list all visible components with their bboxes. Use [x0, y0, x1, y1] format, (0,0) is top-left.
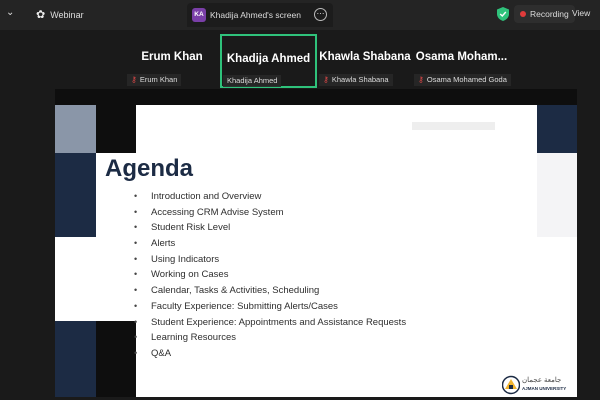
agenda-item: • Working on Cases — [134, 269, 229, 281]
decor-block — [96, 105, 136, 153]
participant-name-chip: ⚷ Osama Mohamed Goda — [414, 74, 511, 86]
agenda-item: • Introduction and Overview — [134, 191, 262, 202]
decor-block — [55, 153, 96, 237]
decor-block — [96, 321, 136, 397]
decor-block — [537, 105, 577, 153]
participant-name-chip: ⚷ Khawla Shabana — [319, 74, 393, 86]
participant-name: Khawla Shabana — [319, 51, 411, 63]
participant-label: Khadija Ahmed — [227, 76, 278, 85]
presenter-avatar: KA — [192, 8, 206, 22]
recording-label: Recording — [530, 9, 569, 19]
participant-name: Khadija Ahmed — [226, 53, 311, 65]
participant-tile[interactable]: Khawla Shabana ⚷ Khawla Shabana — [319, 35, 411, 87]
shared-slide: Agenda • Introduction and Overview • Acces… — [55, 89, 577, 397]
agenda-item: • Alerts — [134, 238, 176, 250]
decor-block — [55, 105, 96, 153]
webinar-label: Webinar — [50, 9, 84, 20]
university-crest-icon — [502, 375, 520, 395]
shared-screen-tab[interactable]: KA Khadija Ahmed's screen ⋯ — [187, 3, 333, 27]
participant-label: Khawla Shabana — [331, 75, 389, 84]
meeting-top-bar: ⌄ ✿ Webinar KA Khadija Ahmed's screen ⋯ … — [0, 0, 600, 30]
participant-name: Osama Moham... — [415, 51, 508, 63]
muted-mic-icon: ⚷ — [418, 75, 424, 84]
participant-name-chip: ⚷ Erum Khan — [127, 74, 182, 86]
logo-text-arabic: جامعة عجمان — [522, 377, 562, 384]
shared-screen-title: Khadija Ahmed's screen — [210, 10, 301, 20]
participant-name-chip: Khadija Ahmed — [223, 75, 282, 87]
view-button[interactable]: View — [572, 8, 590, 18]
participant-label: Erum Khan — [139, 75, 178, 84]
agenda-item: • Faculty Experience: Submitting Alerts/C… — [134, 300, 338, 312]
agenda-list: • Introduction and Overview • Accessing CR… — [134, 189, 407, 362]
slide-top-band — [55, 89, 577, 105]
chevron-down-icon[interactable]: ⌄ — [6, 7, 14, 18]
decor-block — [55, 237, 96, 321]
participant-tile[interactable]: Osama Moham... ⚷ Osama Mohamed Goda — [413, 35, 511, 87]
webinar-menu[interactable]: ✿ Webinar — [36, 8, 84, 21]
participant-tile-active[interactable]: Khadija Ahmed Khadija Ahmed — [220, 34, 317, 88]
record-dot-icon — [520, 11, 526, 17]
participant-tile[interactable]: Erum Khan ⚷ Erum Khan — [126, 35, 218, 87]
decor-block — [55, 321, 96, 397]
agenda-item: • Using Indicators — [134, 253, 220, 265]
muted-mic-icon: ⚷ — [131, 75, 137, 84]
paw-icon: ✿ — [36, 9, 46, 21]
university-logo: جامعة عجمان AJMAN UNIVERSITY — [502, 375, 566, 395]
participant-label: Osama Mohamed Goda — [426, 75, 507, 84]
agenda-item: • Student Risk Level — [134, 222, 231, 234]
more-options-icon[interactable]: ⋯ — [314, 8, 327, 21]
decor-bar — [412, 122, 495, 130]
agenda-item: • Calendar, Tasks & Activities, Schedulin… — [134, 285, 320, 297]
decor-block — [537, 153, 577, 237]
muted-mic-icon: ⚷ — [323, 75, 329, 84]
agenda-item: • Accessing CRM Advise System — [134, 206, 284, 218]
recording-indicator[interactable]: Recording — [514, 5, 575, 23]
agenda-item: • Learning Resources — [134, 332, 237, 344]
shield-check-icon[interactable] — [497, 7, 509, 21]
participant-name: Erum Khan — [141, 51, 203, 63]
logo-text-english: AJMAN UNIVERSITY — [522, 386, 567, 391]
agenda-item: • Q&A — [134, 347, 172, 359]
slide-title: Agenda — [105, 155, 194, 182]
agenda-item: • Student Experience: Appointments and As… — [134, 316, 407, 328]
